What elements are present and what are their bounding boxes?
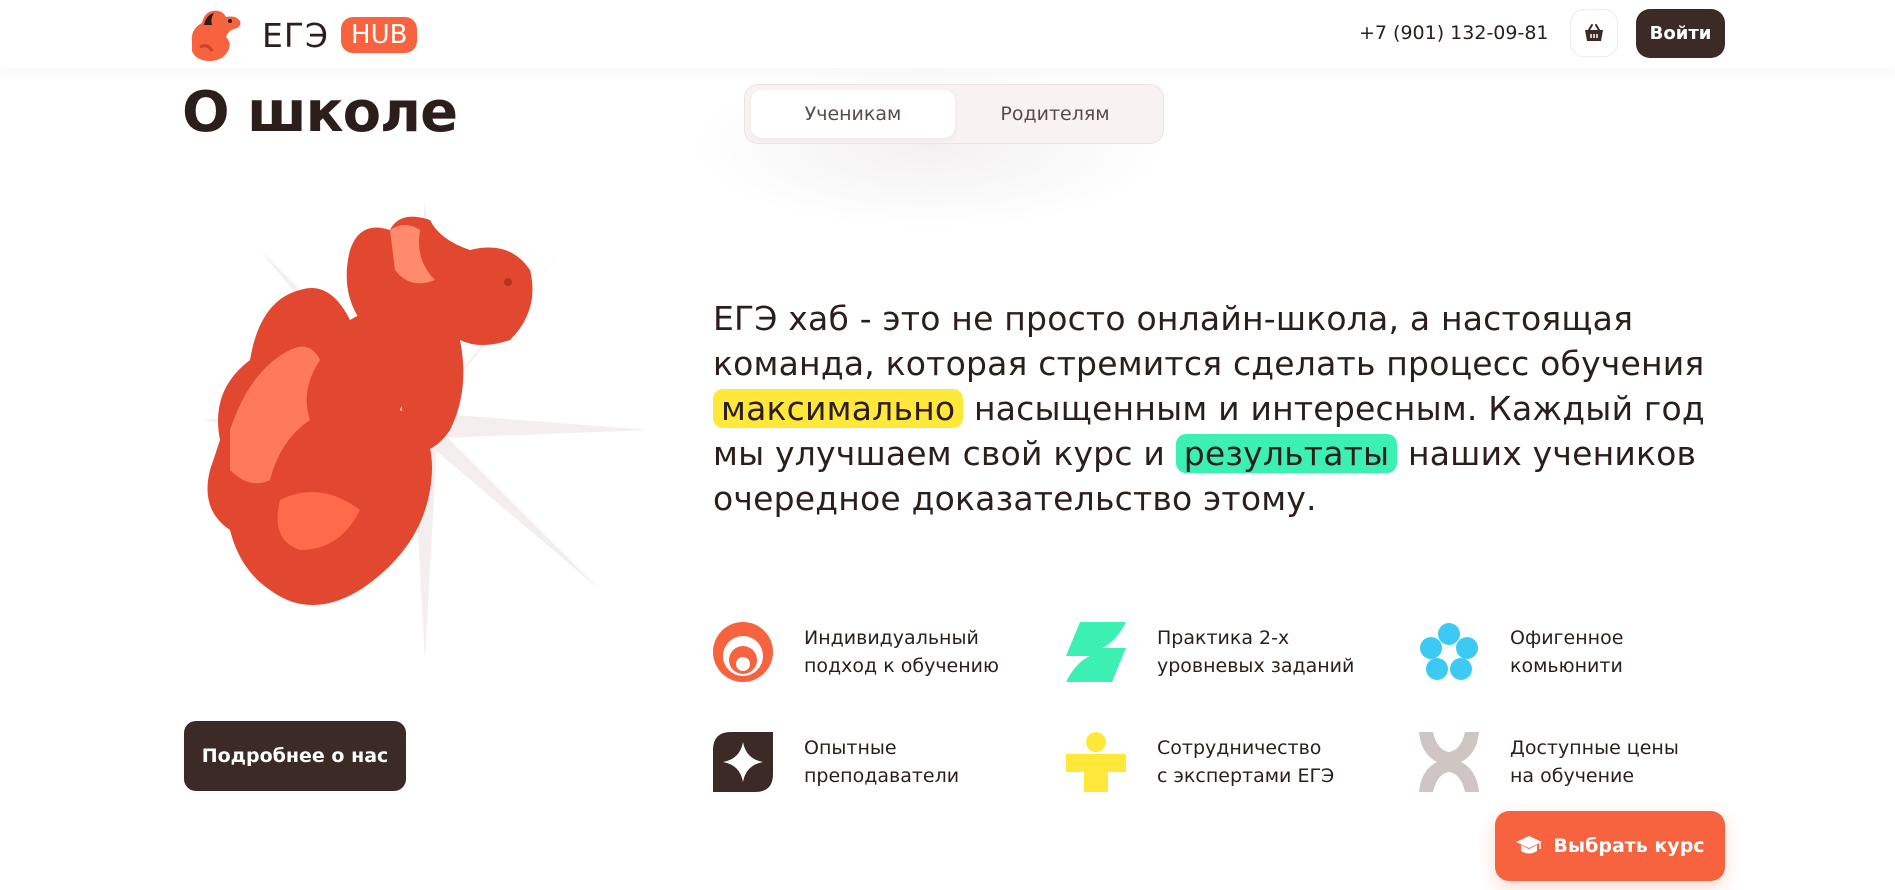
dragon-illustration xyxy=(200,200,650,660)
page-title: О школе xyxy=(182,80,458,145)
about-text: ЕГЭ хаб - это не просто онлайн-школа, а … xyxy=(713,296,1733,521)
logo[interactable]: ЕГЭ HUB xyxy=(182,2,418,68)
feature-line: Индивидуальный xyxy=(804,627,979,649)
logo-badge: HUB xyxy=(341,17,418,53)
feature-line: Доступные цены xyxy=(1510,737,1679,759)
basket-icon xyxy=(1585,24,1603,41)
cart-button[interactable] xyxy=(1570,9,1618,57)
gray-x-shape-icon xyxy=(1419,732,1479,792)
tab-students[interactable]: Ученикам xyxy=(751,90,955,138)
feature-line: уровневых заданий xyxy=(1157,655,1355,677)
sparkle-icon xyxy=(713,732,773,792)
yellow-person-icon xyxy=(1066,732,1126,792)
feature-line: Практика 2-х xyxy=(1157,627,1290,649)
about-text-part: ЕГЭ хаб - это не просто онлайн-школа, а … xyxy=(713,299,1705,383)
graduation-cap-icon xyxy=(1516,836,1543,854)
feature-practice: Практика 2-х уровневых заданий xyxy=(1066,618,1386,688)
feature-prices: Доступные цены на обучение xyxy=(1419,728,1739,798)
blue-flower-icon xyxy=(1420,623,1478,680)
feature-line: преподаватели xyxy=(804,765,960,787)
feature-line: Сотрудничество xyxy=(1157,737,1322,759)
phone-link[interactable]: +7 (901) 132-09-81 xyxy=(1359,22,1549,44)
feature-experts: Сотрудничество с экспертами ЕГЭ xyxy=(1066,728,1386,798)
green-z-icon xyxy=(1066,622,1126,682)
feature-line: с экспертами ЕГЭ xyxy=(1157,765,1335,787)
login-button[interactable]: Войти xyxy=(1636,9,1725,58)
highlight-max: максимально xyxy=(713,389,964,428)
site-header: ЕГЭ HUB +7 (901) 132-09-81 Войти xyxy=(0,0,1895,68)
logo-text: ЕГЭ xyxy=(262,15,330,55)
feature-teachers: Опытные преподаватели xyxy=(713,728,1033,798)
feature-line: на обучение xyxy=(1510,765,1635,787)
choose-course-label: Выбрать курс xyxy=(1553,835,1705,857)
audience-tabs: Ученикам Родителям xyxy=(744,84,1164,144)
feature-line: Опытные xyxy=(804,737,897,759)
feature-community: Офигенное комьюнити xyxy=(1419,618,1739,688)
dragon-logo-icon xyxy=(191,10,241,62)
tab-parents[interactable]: Родителям xyxy=(953,90,1157,138)
feature-individual: Индивидуальный подход к обучению xyxy=(713,618,1033,688)
feature-line: подход к обучению xyxy=(804,655,1000,677)
feature-line: Офигенное xyxy=(1510,627,1624,649)
about-more-button[interactable]: Подробнее о нас xyxy=(184,721,406,791)
target-circles-icon xyxy=(713,622,773,682)
feature-line: комьюнити xyxy=(1510,655,1623,677)
highlight-results: результаты xyxy=(1175,434,1398,473)
choose-course-button[interactable]: Выбрать курс xyxy=(1495,811,1725,881)
